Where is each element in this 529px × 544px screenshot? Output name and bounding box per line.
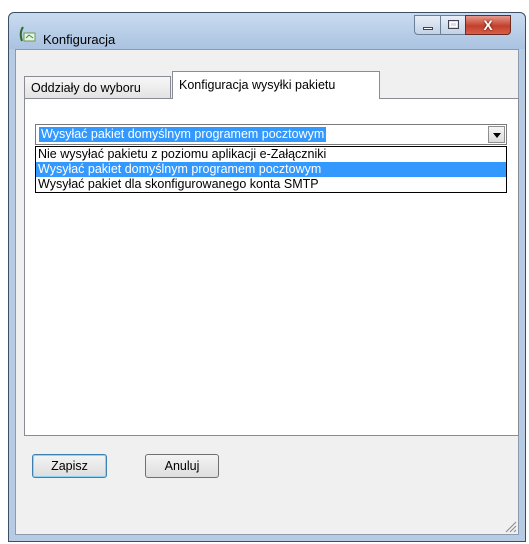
option-no-send[interactable]: Nie wysyłać pakietu z poziomu aplikacji … — [36, 147, 506, 162]
maximize-icon — [448, 20, 459, 29]
tab-branches[interactable]: Oddziały do wyboru — [24, 76, 171, 98]
close-button[interactable]: X — [465, 15, 511, 35]
option-smtp-account[interactable]: Wysyłać pakiet dla skonfigurowanego kont… — [36, 177, 506, 192]
maximize-button[interactable] — [440, 15, 466, 35]
window-client-area: Oddziały do wyboru Konfiguracja wysyłki … — [15, 49, 519, 535]
window-title: Konfiguracja — [43, 32, 116, 47]
resize-grip-icon[interactable] — [503, 519, 517, 533]
configuration-window: Konfiguracja X Oddziały do wyboru Konfig… — [8, 12, 526, 542]
send-method-selected-value: Wysyłać pakiet domyślnym programem poczt… — [39, 127, 327, 142]
save-button[interactable]: Zapisz — [32, 454, 107, 478]
close-icon: X — [483, 17, 493, 33]
cancel-button[interactable]: Anuluj — [145, 454, 219, 478]
tab-package-sending-config[interactable]: Konfiguracja wysyłki pakietu — [172, 71, 380, 99]
send-method-select[interactable]: Wysyłać pakiet domyślnym programem poczt… — [35, 124, 507, 145]
minimize-icon — [423, 27, 433, 30]
app-icon — [19, 26, 36, 42]
send-method-dropdown-list: Nie wysyłać pakietu z poziomu aplikacji … — [35, 146, 507, 193]
title-bar[interactable]: Konfiguracja X — [9, 13, 525, 49]
chevron-down-icon[interactable] — [488, 126, 505, 143]
option-default-mail-program[interactable]: Wysyłać pakiet domyślnym programem poczt… — [36, 162, 506, 177]
minimize-button[interactable] — [414, 15, 441, 35]
